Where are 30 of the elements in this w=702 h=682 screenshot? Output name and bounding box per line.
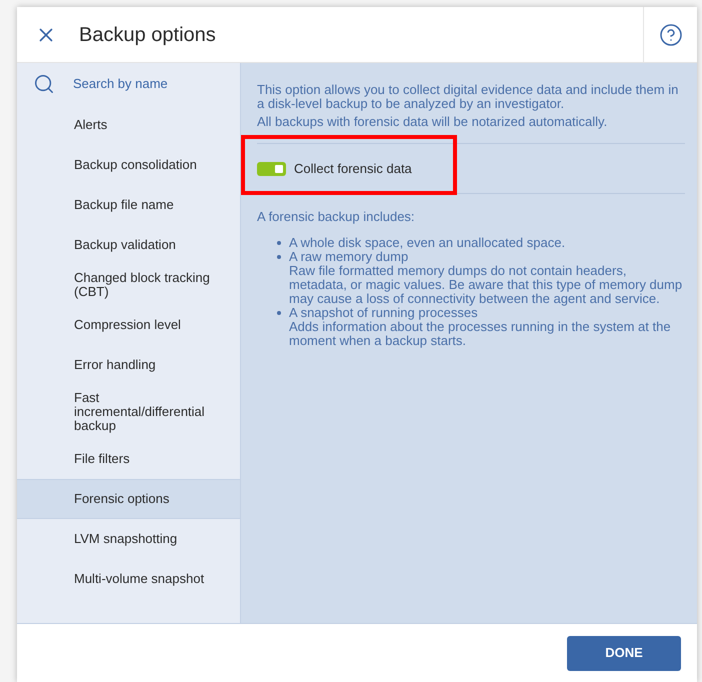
sidebar-item[interactable]: Alerts (17, 105, 240, 145)
bullet-icon (277, 311, 281, 315)
sidebar-item[interactable]: Fast incremental/differential backup (17, 385, 240, 439)
help-icon[interactable] (658, 22, 682, 46)
search-icon (33, 73, 55, 95)
sidebar-item[interactable]: Multi-volume snapshot (17, 559, 240, 599)
sidebar-item[interactable]: Backup validation (17, 225, 240, 265)
intro-text: All backups with forensic data will be notarized automatically. (257, 115, 608, 129)
include-title: A raw memory dump (289, 250, 410, 264)
bullet-icon (277, 241, 281, 245)
intro-text: This option allows you to collect digital evidence data and include them in a disk-level backup to be analyzed by an investigator. (257, 83, 680, 111)
include-title: A whole disk space, even an unallocated space. (289, 236, 566, 250)
search-field[interactable]: Search by name (73, 74, 223, 94)
includes-heading: A forensic backup includes: (257, 210, 416, 224)
include-detail: Raw file formatted memory dumps do not contain headers, metadata, or magic values. Be aware that this type of memory dump may cause a loss of connectivity between the agent and service. (289, 264, 684, 306)
sidebar-item[interactable]: File filters (17, 439, 240, 479)
sidebar-item[interactable]: Forensic options (17, 479, 240, 519)
include-title: A snapshot of running processes (289, 306, 479, 320)
toggle-switch[interactable] (257, 162, 286, 176)
sidebar-item[interactable]: Compression level (17, 305, 240, 345)
dialog-title: Backup options (79, 22, 216, 48)
toggle-label: Collect forensic data (294, 162, 412, 176)
sidebar-item[interactable]: Changed block tracking (CBT) (17, 265, 240, 305)
sidebar-item[interactable]: Error handling (17, 345, 240, 385)
done-button[interactable]: DONE (567, 636, 681, 670)
sidebar-item[interactable]: Backup file name (17, 185, 240, 225)
include-detail: Adds information about the processes running in the system at the moment when a backup starts. (289, 320, 672, 348)
bullet-icon (277, 255, 281, 259)
sidebar-item[interactable]: Backup consolidation (17, 145, 240, 185)
sidebar-item[interactable]: LVM snapshotting (17, 519, 240, 559)
